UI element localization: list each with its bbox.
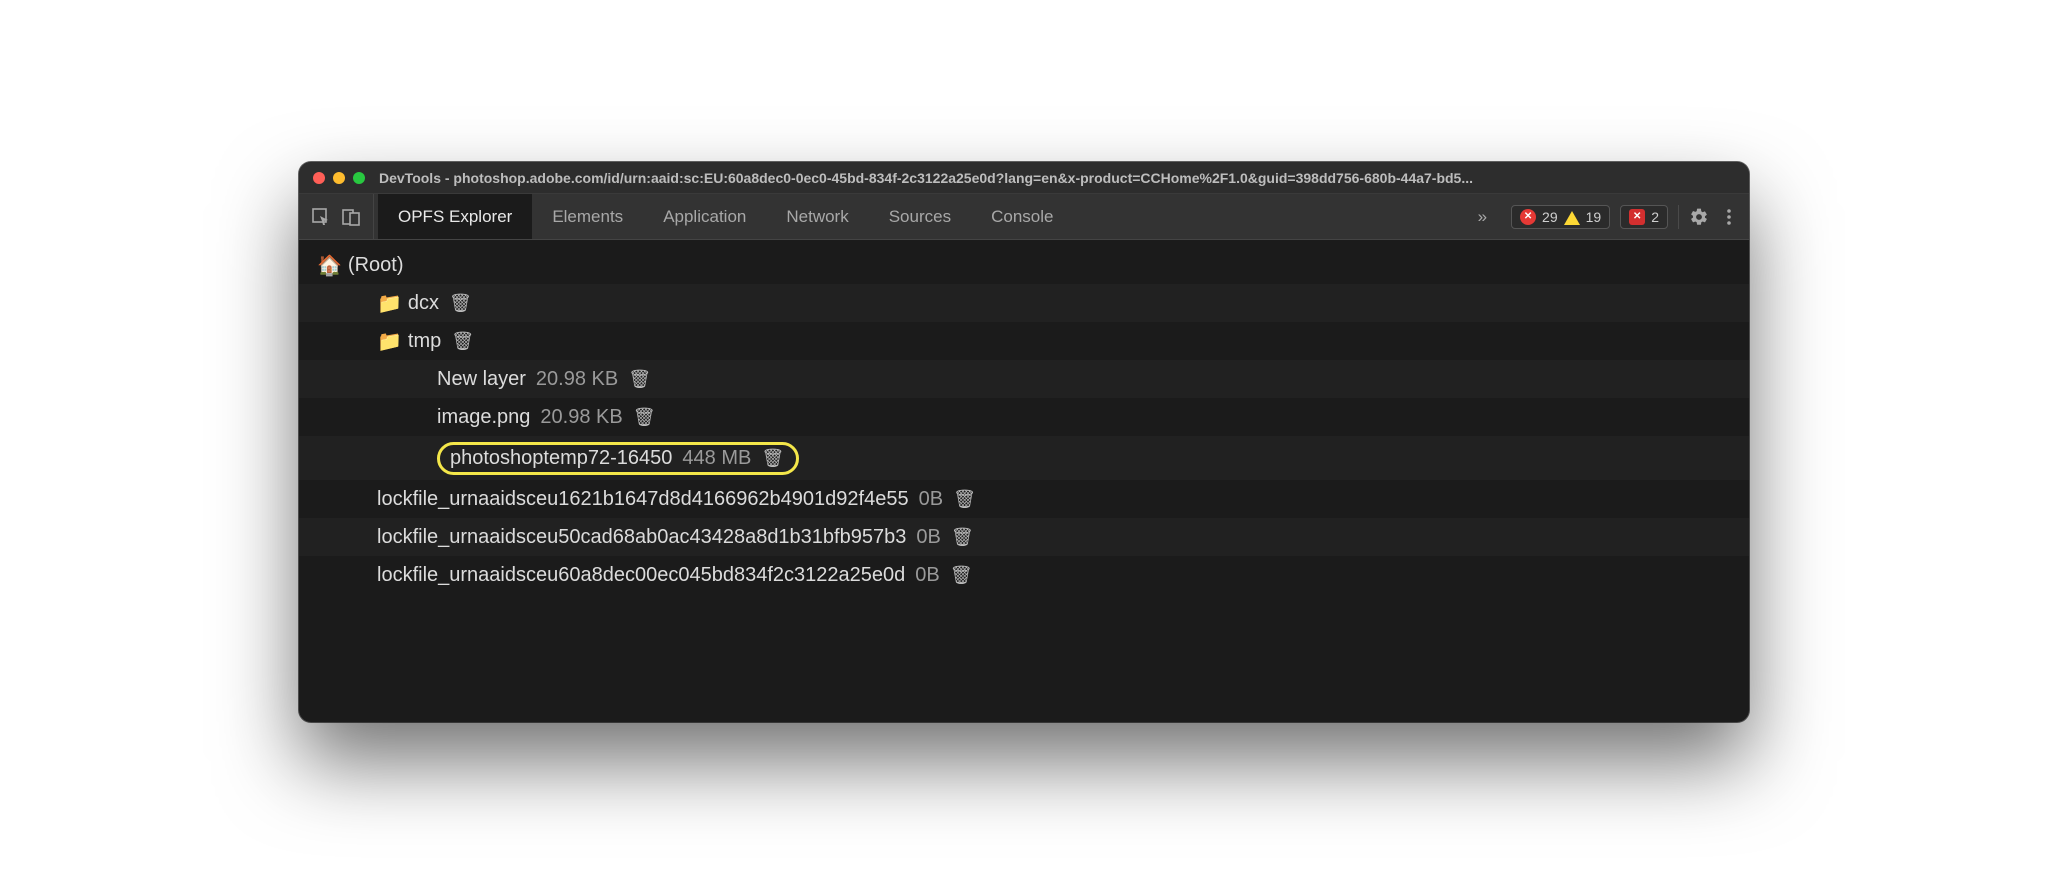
toolbar-right: ✕ 29 19 ✕ 2 [1501,194,1749,239]
tree-root-row[interactable]: 🏠 (Root) [299,246,1749,284]
tree-file-row[interactable]: lockfile_urnaaidsceu60a8dec00ec045bd834f… [299,556,1749,594]
file-size: 20.98 KB [536,368,618,391]
tree-file-row[interactable]: lockfile_urnaaidsceu50cad68ab0ac43428a8d… [299,518,1749,556]
file-name: lockfile_urnaaidsceu50cad68ab0ac43428a8d… [377,526,906,549]
tree-file-row[interactable]: photoshoptemp72-16450 448 MB 🗑 [299,436,1749,480]
tabs-overflow-button[interactable]: » [1464,194,1501,239]
more-options-button[interactable] [1719,207,1739,227]
folder-icon: 📁 [377,291,402,316]
chevron-double-right-icon: » [1478,207,1487,227]
folder-name: tmp [408,330,441,353]
delete-icon[interactable]: 🗑 [451,331,474,352]
folder-name: dcx [408,292,439,315]
tab-opfs-explorer[interactable]: OPFS Explorer [378,194,532,239]
devtools-window: DevTools - photoshop.adobe.com/id/urn:aa… [299,162,1749,722]
tab-console[interactable]: Console [971,194,1073,239]
panel-tabs: OPFS Explorer Elements Application Network S… [374,194,1464,239]
tree-file-row[interactable]: New layer 20.98 KB 🗑 [299,360,1749,398]
delete-icon[interactable]: 🗑 [633,407,656,428]
issues-badge[interactable]: ✕ 2 [1620,205,1668,229]
minimize-window-button[interactable] [333,172,345,184]
settings-button[interactable] [1689,207,1709,227]
highlighted-file: photoshoptemp72-16450 448 MB 🗑 [437,442,799,475]
window-title: DevTools - photoshop.adobe.com/id/urn:aa… [379,170,1735,186]
delete-icon[interactable]: 🗑 [449,293,472,314]
root-name: (Root) [348,254,404,277]
tab-elements[interactable]: Elements [532,194,643,239]
tree-folder-row[interactable]: 📁 tmp 🗑 [299,322,1749,360]
issue-icon: ✕ [1629,209,1645,225]
titlebar: DevTools - photoshop.adobe.com/id/urn:aa… [299,162,1749,194]
tab-label: Application [663,207,746,227]
tab-label: Network [786,207,848,227]
tab-application[interactable]: Application [643,194,766,239]
window-controls [313,172,365,184]
separator [1678,205,1679,229]
zoom-window-button[interactable] [353,172,365,184]
error-icon: ✕ [1520,209,1536,225]
delete-icon[interactable]: 🗑 [761,448,784,469]
inspect-tools [299,194,374,239]
toolbar: OPFS Explorer Elements Application Network S… [299,194,1749,240]
tab-label: Sources [889,207,951,227]
file-size: 0B [915,564,939,587]
errors-warnings-badge[interactable]: ✕ 29 19 [1511,205,1610,229]
opfs-file-tree: 🏠(Root)📁dcx🗑📁tmp🗑New layer20.98 KB🗑image… [299,240,1749,722]
delete-icon[interactable]: 🗑 [951,527,974,548]
file-size: 0B [919,488,943,511]
delete-icon[interactable]: 🗑 [953,489,976,510]
tree-file-row[interactable]: lockfile_urnaaidsceu1621b1647d8d4166962b… [299,480,1749,518]
inspect-element-icon[interactable] [311,207,331,227]
file-name: lockfile_urnaaidsceu60a8dec00ec045bd834f… [377,564,905,587]
file-name: image.png [437,406,530,429]
file-size: 448 MB [682,447,751,470]
warnings-count: 19 [1586,209,1602,225]
file-size: 20.98 KB [540,406,622,429]
tree-file-row[interactable]: image.png 20.98 KB 🗑 [299,398,1749,436]
tab-label: OPFS Explorer [398,207,512,227]
errors-count: 29 [1542,209,1558,225]
file-name: New layer [437,368,526,391]
tree-folder-row[interactable]: 📁 dcx 🗑 [299,284,1749,322]
warning-icon [1564,209,1580,225]
delete-icon[interactable]: 🗑 [628,369,651,390]
home-icon: 🏠 [317,253,342,278]
tab-label: Console [991,207,1053,227]
file-name: photoshoptemp72-16450 [450,447,672,470]
tab-sources[interactable]: Sources [869,194,971,239]
device-toolbar-icon[interactable] [341,207,361,227]
tab-label: Elements [552,207,623,227]
delete-icon[interactable]: 🗑 [950,565,973,586]
folder-icon: 📁 [377,329,402,354]
issues-count: 2 [1651,209,1659,225]
close-window-button[interactable] [313,172,325,184]
file-size: 0B [916,526,940,549]
file-name: lockfile_urnaaidsceu1621b1647d8d4166962b… [377,488,909,511]
tab-network[interactable]: Network [766,194,868,239]
